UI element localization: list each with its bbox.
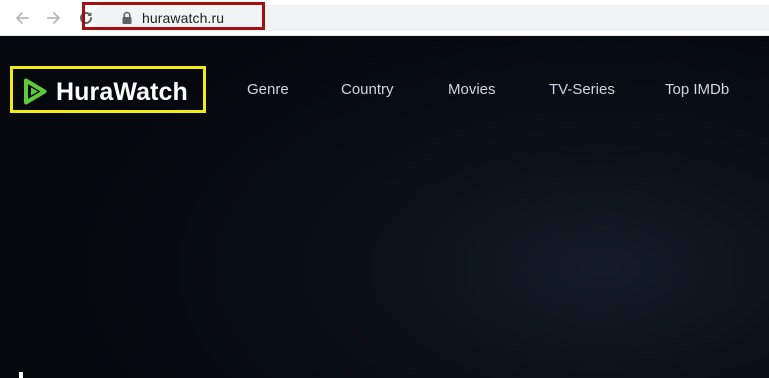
main-navigation: Genre Country Movies TV-Series Top IMDb xyxy=(0,80,769,100)
partial-content-mark xyxy=(19,372,23,378)
nav-country[interactable]: Country xyxy=(341,80,394,100)
arrow-right-icon xyxy=(47,12,60,24)
url-text[interactable]: hurawatch.ru xyxy=(142,10,224,26)
lock-icon xyxy=(122,11,132,24)
arrow-left-icon xyxy=(16,12,29,24)
browser-toolbar: hurawatch.ru xyxy=(0,0,769,36)
nav-movies[interactable]: Movies xyxy=(448,80,496,100)
forward-button[interactable] xyxy=(43,7,65,29)
nav-genre[interactable]: Genre xyxy=(247,80,289,100)
back-button[interactable] xyxy=(11,7,33,29)
nav-tv-series[interactable]: TV-Series xyxy=(549,80,615,100)
page-content: HuraWatch Genre Country Movies TV-Series… xyxy=(0,36,769,378)
nav-top-imdb[interactable]: Top IMDb xyxy=(665,80,729,100)
